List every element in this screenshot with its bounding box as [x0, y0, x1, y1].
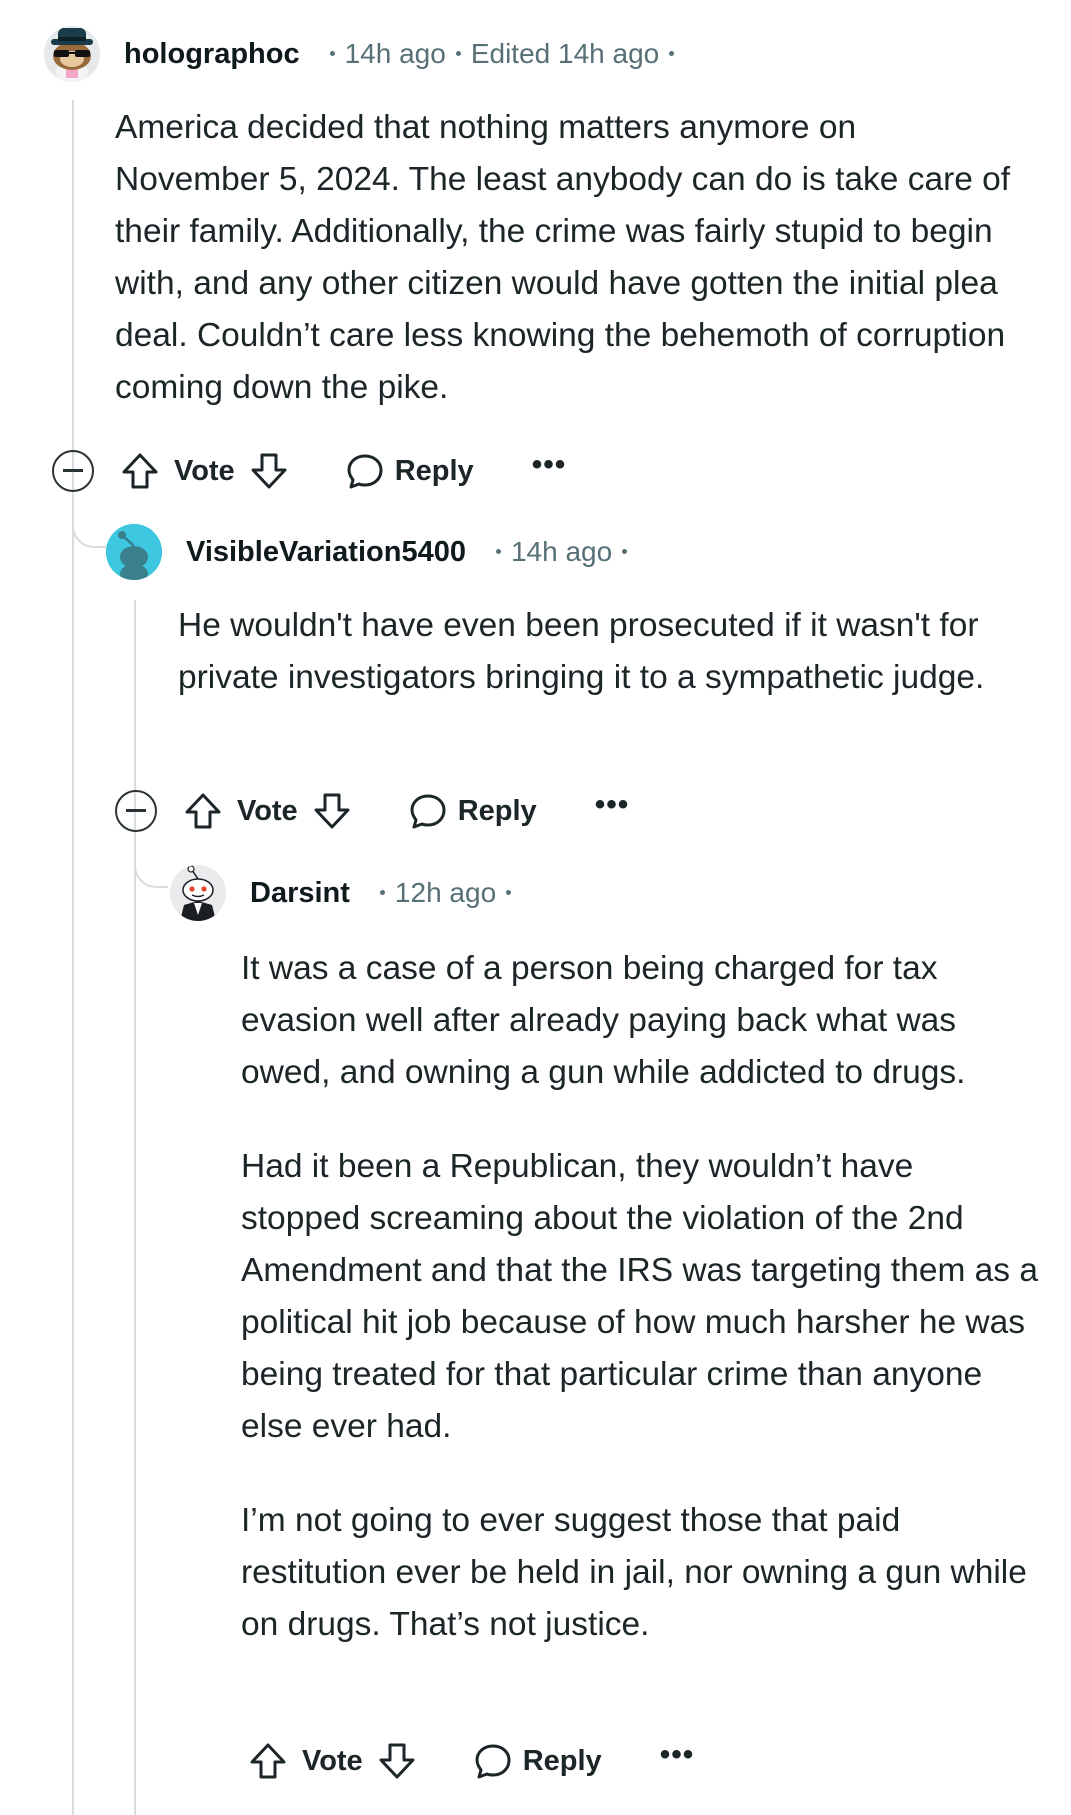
more-options-button[interactable]: •••: [660, 1738, 695, 1772]
reply-connector: [72, 500, 106, 548]
speech-bubble-icon: [408, 791, 448, 831]
comment-timestamp[interactable]: 14h ago: [511, 536, 612, 567]
vote-label: Vote: [174, 454, 235, 487]
snoo-avatar-suit-icon: [170, 865, 226, 921]
downvote-icon[interactable]: [377, 1741, 417, 1781]
vote-control: Vote: [120, 451, 289, 491]
default-snoo-avatar-icon: [106, 524, 162, 580]
downvote-icon[interactable]: [312, 791, 352, 831]
vote-label: Vote: [237, 794, 298, 827]
comment-header: holographoc 14h ago Edited 14h ago: [44, 26, 684, 82]
upvote-icon[interactable]: [120, 451, 160, 491]
more-options-button[interactable]: •••: [595, 788, 630, 822]
comment-paragraph: Had it been a Republican, they wouldn’t …: [241, 1148, 1038, 1445]
reply-button[interactable]: Reply: [345, 451, 474, 491]
collapse-thread-button[interactable]: [115, 790, 157, 832]
comment-meta: 14h ago Edited 14h ago: [320, 38, 685, 70]
vote-label: Vote: [302, 1744, 363, 1777]
user-avatar[interactable]: [44, 26, 100, 82]
user-avatar[interactable]: [106, 524, 162, 580]
comment-header: Darsint 12h ago: [170, 865, 521, 921]
reply-label: Reply: [394, 454, 474, 487]
vote-control: Vote: [248, 1741, 417, 1781]
vote-control: Vote: [183, 791, 352, 831]
speech-bubble-icon: [345, 451, 385, 491]
user-avatar[interactable]: [170, 865, 226, 921]
comment-paragraph: I’m not going to ever suggest those that…: [241, 1502, 1027, 1643]
upvote-icon[interactable]: [248, 1741, 288, 1781]
separator-dot: [329, 51, 335, 57]
comment-author[interactable]: holographoc: [124, 38, 300, 71]
reply-button[interactable]: Reply: [473, 1741, 602, 1781]
separator-dot: [495, 549, 501, 555]
downvote-icon[interactable]: [249, 451, 289, 491]
separator-dot: [669, 51, 675, 57]
comment-actions: Vote Reply •••: [115, 783, 629, 839]
comment-paragraph: America decided that nothing matters any…: [115, 109, 1011, 406]
upvote-icon[interactable]: [183, 791, 223, 831]
thread-line-level-1[interactable]: [72, 100, 74, 1815]
comment-body: He wouldn't have even been prosecuted if…: [178, 600, 1038, 704]
reply-label: Reply: [522, 1744, 602, 1777]
comment-author[interactable]: VisibleVariation5400: [186, 536, 466, 569]
more-options-button[interactable]: •••: [532, 448, 567, 482]
edited-label: Edited 14h ago: [470, 38, 660, 69]
separator-dot: [506, 890, 512, 896]
comment-meta: 12h ago: [370, 877, 521, 909]
comment-body: America decided that nothing matters any…: [115, 102, 1015, 414]
reply-label: Reply: [457, 794, 537, 827]
reply-button[interactable]: Reply: [408, 791, 537, 831]
comment-timestamp[interactable]: 14h ago: [345, 38, 446, 69]
collapse-thread-button[interactable]: [52, 450, 94, 492]
separator-dot: [455, 51, 461, 57]
snoo-avatar-hat-glasses-icon: [44, 26, 100, 82]
separator-dot: [379, 890, 385, 896]
separator-dot: [622, 549, 628, 555]
comment-actions: Vote Reply •••: [52, 443, 566, 499]
speech-bubble-icon: [473, 1741, 513, 1781]
reply-connector: [134, 840, 168, 888]
comment-header: VisibleVariation5400 14h ago: [106, 524, 637, 580]
comment-body: It was a case of a person being charged …: [241, 943, 1041, 1651]
comment-paragraph: He wouldn't have even been prosecuted if…: [178, 607, 985, 696]
comment-timestamp[interactable]: 12h ago: [395, 877, 496, 908]
comment-paragraph: It was a case of a person being charged …: [241, 950, 966, 1091]
comment-meta: 14h ago: [486, 536, 637, 568]
comment-author[interactable]: Darsint: [250, 877, 350, 910]
comment-actions: Vote Reply •••: [248, 1733, 694, 1789]
